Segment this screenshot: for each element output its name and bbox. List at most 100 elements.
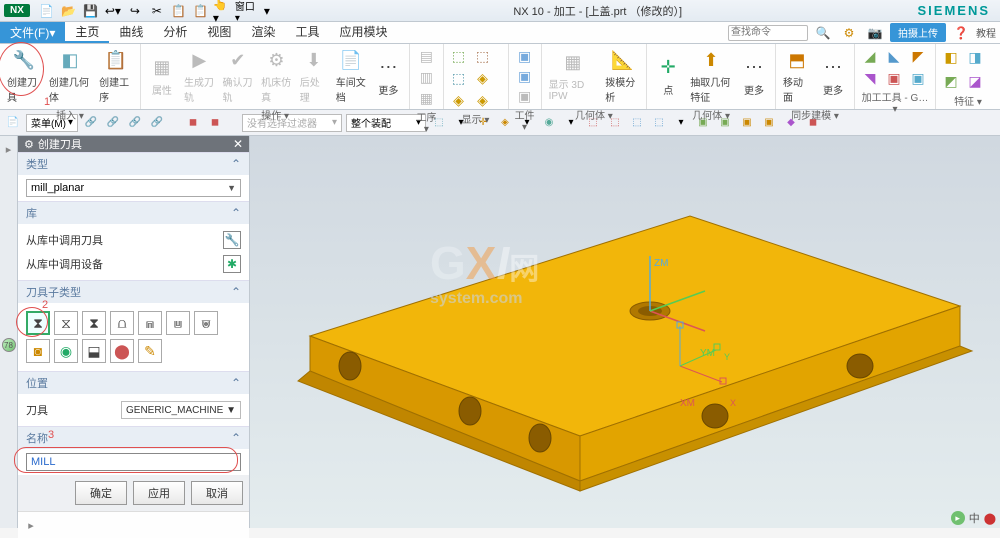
strip-collapse-icon[interactable]: ▸ bbox=[0, 140, 18, 158]
wpc-icon-3: ▣ bbox=[517, 88, 533, 104]
subtype-4[interactable]: ⩍ bbox=[110, 311, 134, 335]
feat-4[interactable]: ◪ bbox=[964, 71, 986, 91]
shopdocs-icon: 📄 bbox=[339, 48, 363, 72]
new-icon[interactable]: 📄 bbox=[37, 2, 57, 20]
mtool-5[interactable]: ▣ bbox=[883, 68, 905, 88]
subtype-2[interactable]: ⧖ bbox=[54, 311, 78, 335]
tab-home[interactable]: 主页 bbox=[65, 22, 109, 43]
disp-btn-3[interactable]: ⬚ bbox=[448, 68, 470, 88]
menu-file[interactable]: 文件(F) ▾ bbox=[0, 22, 65, 43]
touch-icon[interactable]: 👆▾ bbox=[213, 2, 233, 20]
wpc-btn-2[interactable]: ▣ bbox=[514, 66, 536, 86]
op-icon-3: ▦ bbox=[418, 90, 434, 106]
panel-title-bar: ⚙ 创建刀具 ✕ bbox=[18, 136, 249, 152]
redo-icon[interactable]: ↪ bbox=[125, 2, 145, 20]
subtype-7[interactable]: ⩐ bbox=[194, 311, 218, 335]
section-lib-header[interactable]: 库⌃ bbox=[18, 201, 249, 224]
disp-btn-4[interactable]: ◈ bbox=[472, 68, 494, 88]
feat-1[interactable]: ◧ bbox=[940, 47, 962, 67]
lib-tool-icon[interactable]: 🔧 bbox=[223, 231, 241, 249]
cancel-button[interactable]: 取消 bbox=[191, 481, 243, 505]
subtype-5[interactable]: ⩎ bbox=[138, 311, 162, 335]
subtype-9[interactable]: ◉ bbox=[54, 339, 78, 363]
open-icon[interactable]: 📂 bbox=[59, 2, 79, 20]
section-name-header[interactable]: 名称 3 ⌃ bbox=[18, 426, 249, 449]
mtool-4[interactable]: ◥ bbox=[859, 68, 881, 88]
tab-view[interactable]: 视图 bbox=[197, 22, 241, 43]
tutorial-icon[interactable]: ❓ bbox=[951, 24, 971, 42]
shopdocs-button[interactable]: 📄车间文档 bbox=[333, 46, 370, 106]
tab-app[interactable]: 应用模块 bbox=[329, 22, 397, 43]
upload-button[interactable]: 拍摄上传 bbox=[890, 23, 946, 42]
subtype-3[interactable]: ⧗ bbox=[82, 311, 106, 335]
feat-icon-1: ◧ bbox=[943, 49, 959, 65]
tab-curve[interactable]: 曲线 bbox=[109, 22, 153, 43]
name-input[interactable] bbox=[26, 453, 241, 471]
tab-analyze[interactable]: 分析 bbox=[153, 22, 197, 43]
panel-expand-icon[interactable]: ▸ bbox=[22, 516, 40, 534]
subtype-mill[interactable]: ⧗ bbox=[26, 311, 50, 335]
create-tool-button[interactable]: 🔧创建刀具 bbox=[4, 46, 44, 106]
apply-button[interactable]: 应用 bbox=[133, 481, 185, 505]
more-icon[interactable]: ▾ bbox=[257, 2, 277, 20]
disp-btn-6[interactable]: ◈ bbox=[472, 90, 494, 110]
create-geom-button[interactable]: ◧创建几何体 bbox=[46, 46, 94, 106]
model-rendering: ZM XM YM X Y bbox=[250, 136, 1000, 528]
disp-icon-5: ◈ bbox=[451, 92, 467, 108]
ribbon-group-machtools: 加工工具 - G… ▾ bbox=[859, 88, 931, 116]
extract-button[interactable]: ⬆抽取几何特征 bbox=[687, 46, 735, 106]
lib-dev-icon[interactable]: ✱ bbox=[223, 255, 241, 273]
draft-icon: 📐 bbox=[610, 48, 634, 72]
moveface-button[interactable]: ⬒移动面 bbox=[780, 46, 814, 106]
pos-dropdown[interactable]: GENERIC_MACHINE▼ bbox=[121, 401, 241, 419]
command-search[interactable] bbox=[728, 25, 808, 41]
subtype-6[interactable]: ⩏ bbox=[166, 311, 190, 335]
mtool-3[interactable]: ◤ bbox=[907, 46, 929, 66]
paste-icon[interactable]: 📋 bbox=[191, 2, 211, 20]
disp-btn-5[interactable]: ◈ bbox=[448, 90, 470, 110]
point-button[interactable]: ✛点 bbox=[651, 54, 685, 99]
cut-icon[interactable]: ✂ bbox=[147, 2, 167, 20]
type-dropdown[interactable]: mill_planar▼ bbox=[26, 179, 241, 197]
feat-icon-4: ◪ bbox=[967, 73, 983, 89]
mtool-2[interactable]: ◣ bbox=[883, 46, 905, 66]
more-sync-button[interactable]: ⋯更多 bbox=[816, 54, 850, 99]
ok-button[interactable]: 确定 bbox=[75, 481, 127, 505]
window-dd-icon[interactable]: 窗口▾ bbox=[235, 2, 255, 20]
close-icon[interactable]: ✕ bbox=[233, 137, 243, 151]
draft-button[interactable]: 📐拨模分析 bbox=[602, 46, 642, 106]
save-icon[interactable]: 💾 bbox=[81, 2, 101, 20]
section-subtype-header[interactable]: 刀具子类型⌃ bbox=[18, 280, 249, 303]
subtype-8[interactable]: ◙ bbox=[26, 339, 50, 363]
create-tool-panel: ⚙ 创建刀具 ✕ 类型⌃ mill_planar▼ 库⌃ 从库中调用刀具 🔧 从… bbox=[18, 136, 250, 528]
create-op-button[interactable]: 📋创建工序 bbox=[96, 46, 136, 106]
section-type-header[interactable]: 类型⌃ bbox=[18, 152, 249, 175]
screenshot-icon[interactable]: 📷 bbox=[865, 24, 885, 42]
subtype-12[interactable]: ✎ bbox=[138, 339, 162, 363]
ribbon-group-work: 工序 ▾ bbox=[414, 108, 438, 136]
more-ops-button[interactable]: ⋯更多 bbox=[371, 54, 405, 99]
search-icon[interactable]: 🔍 bbox=[813, 24, 833, 42]
svg-text:XM: XM bbox=[680, 398, 695, 409]
more-geom-button[interactable]: ⋯更多 bbox=[737, 54, 771, 99]
wpc-btn-1[interactable]: ▣ bbox=[514, 46, 536, 66]
siemens-brand: SIEMENS bbox=[917, 3, 990, 18]
subtype-11[interactable]: ⬤ bbox=[110, 339, 134, 363]
caret-up-icon: ⌃ bbox=[231, 157, 241, 171]
copy-icon[interactable]: 📋 bbox=[169, 2, 189, 20]
tutorial-label[interactable]: 教程 bbox=[976, 25, 996, 40]
section-pos-header[interactable]: 位置⌃ bbox=[18, 371, 249, 394]
gear-icon[interactable]: ⚙ bbox=[24, 138, 34, 151]
feat-2[interactable]: ◨ bbox=[964, 47, 986, 67]
undo-dd-icon[interactable]: ↩▾ bbox=[103, 2, 123, 20]
tab-tools[interactable]: 工具 bbox=[285, 22, 329, 43]
3d-viewport[interactable]: ZM XM YM X Y GXIGXI网网 system.com ▸ 中 bbox=[250, 136, 1000, 528]
mtool-6[interactable]: ▣ bbox=[907, 68, 929, 88]
feat-3[interactable]: ◩ bbox=[940, 71, 962, 91]
subtype-10[interactable]: ⬓ bbox=[82, 339, 106, 363]
tab-render[interactable]: 渲染 bbox=[241, 22, 285, 43]
mtool-1[interactable]: ◢ bbox=[859, 46, 881, 66]
settings-icon[interactable]: ⚙ bbox=[839, 24, 859, 42]
disp-btn-2[interactable]: ⬚ bbox=[472, 46, 494, 66]
disp-btn-1[interactable]: ⬚ bbox=[448, 46, 470, 66]
